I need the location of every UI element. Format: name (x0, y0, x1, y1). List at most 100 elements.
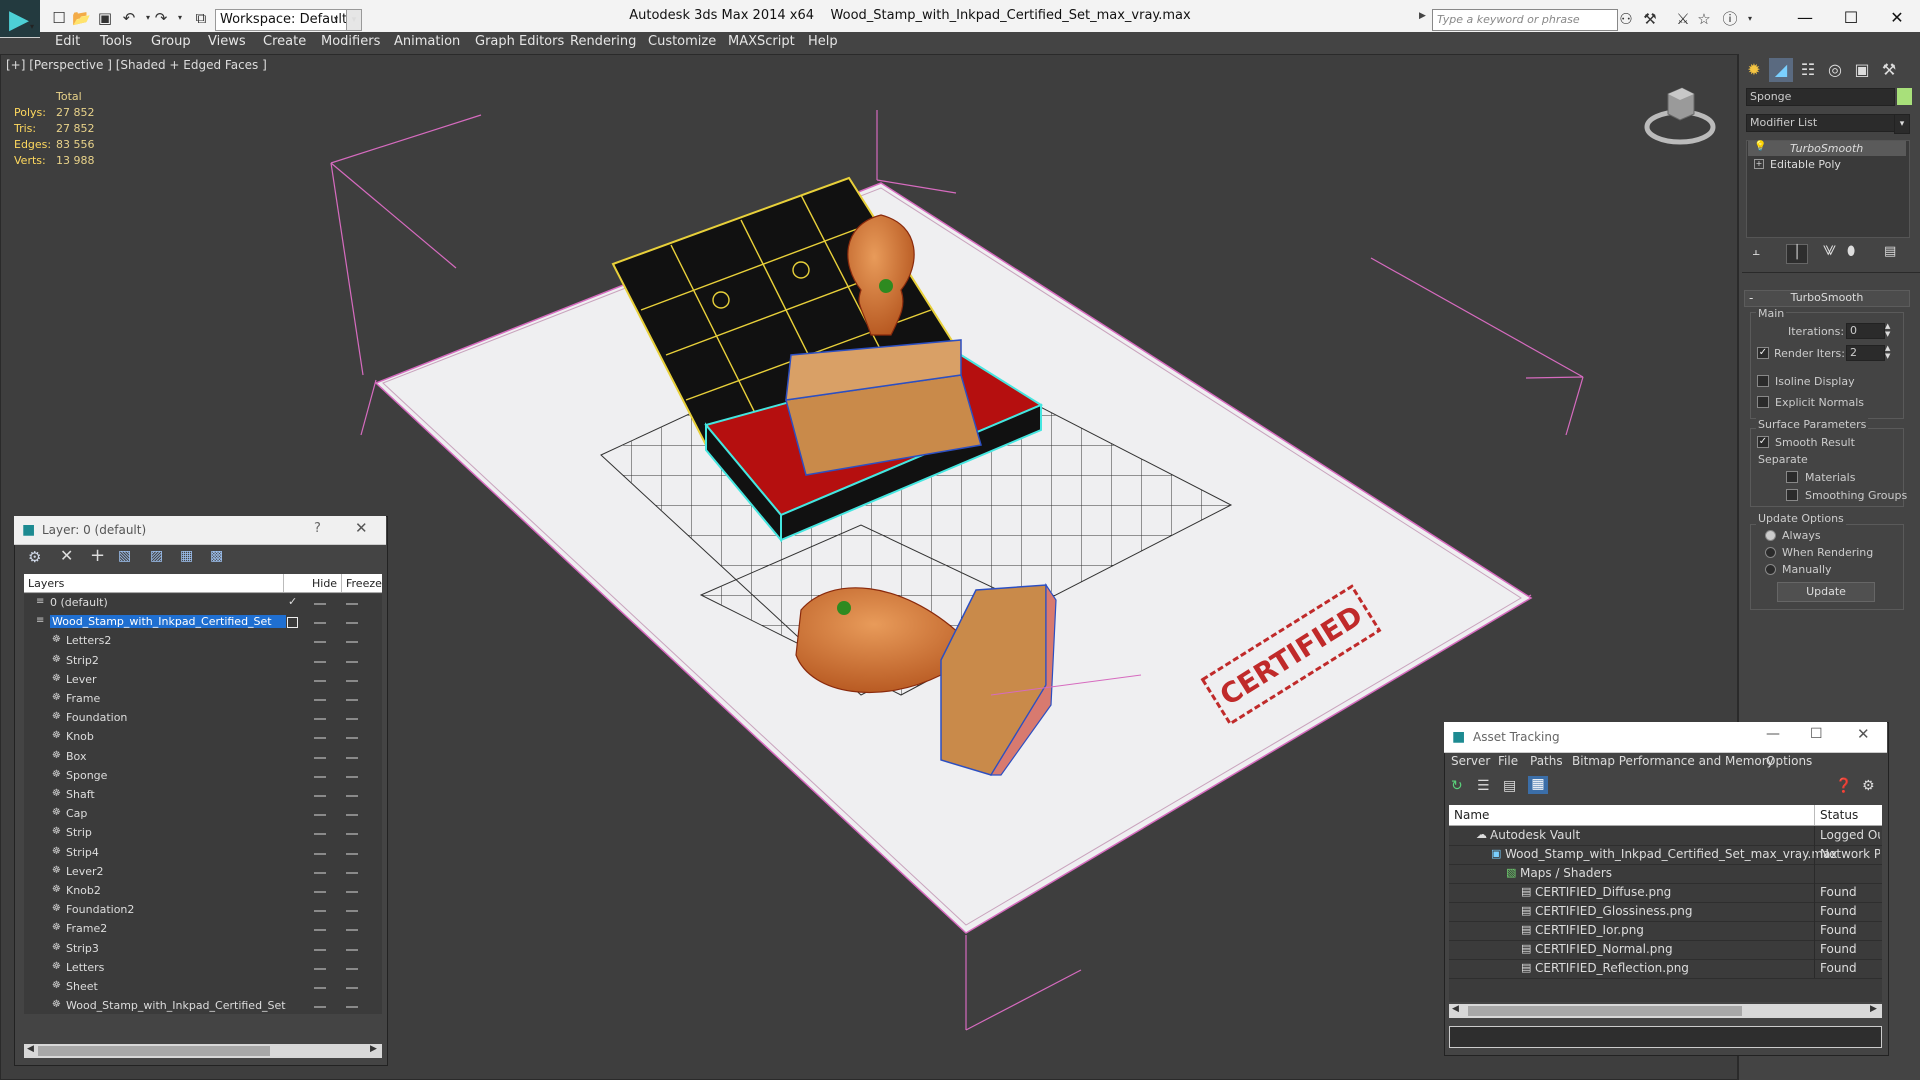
detail-view-icon[interactable]: ▤ (1503, 778, 1516, 794)
menu-rendering[interactable]: Rendering (570, 34, 636, 49)
freeze-toggle[interactable] (346, 948, 358, 951)
layer-row[interactable]: ☸ Strip4 (24, 844, 382, 863)
asset-row[interactable]: ▤ CERTIFIED_Normal.png Found (1449, 940, 1882, 960)
hide-toggle[interactable] (314, 699, 326, 701)
asset-settings-icon[interactable]: ⚙ (1862, 778, 1875, 794)
freeze-toggle[interactable] (346, 641, 358, 644)
explicit-normals-checkbox[interactable] (1757, 396, 1769, 408)
asset-menu-bitmap-performance[interactable]: Bitmap Performance and Memory (1572, 754, 1774, 768)
layers-column-header[interactable]: Layers (28, 577, 64, 590)
highlight-layer-icon[interactable]: ▦ (180, 548, 193, 564)
hide-toggle[interactable] (314, 987, 326, 989)
asset-row[interactable]: ▧ Maps / Shaders (1449, 864, 1882, 884)
hide-toggle[interactable] (314, 603, 326, 605)
freeze-column-header[interactable]: Freeze (346, 577, 382, 590)
hide-column-header[interactable]: Hide (312, 577, 337, 590)
layer-row[interactable]: ≡ 0 (default) ✓ (24, 594, 382, 613)
freeze-toggle[interactable] (346, 622, 358, 625)
hide-toggle[interactable] (314, 775, 326, 778)
layer-properties-icon[interactable]: ▩ (210, 548, 223, 564)
hide-toggle[interactable] (314, 641, 326, 644)
layer-row[interactable]: ☸ Lever (24, 671, 382, 690)
asset-menu-options[interactable]: Options (1766, 754, 1812, 768)
asset-window-close-button[interactable]: ✕ (1857, 725, 1870, 743)
update-always-radio[interactable] (1765, 530, 1776, 541)
layer-row[interactable]: ☸ Letters2 (24, 632, 382, 651)
app-menu-chevron-icon[interactable]: ▾ (30, 22, 34, 31)
menu-animation[interactable]: Animation (394, 34, 460, 49)
hide-toggle[interactable] (314, 891, 326, 893)
configure-modifier-sets-icon[interactable]: ▤ (1884, 244, 1896, 259)
freeze-toggle[interactable] (346, 699, 358, 701)
asset-window-minimize-button[interactable]: — (1766, 726, 1780, 742)
asset-window-maximize-button[interactable]: ☐ (1810, 726, 1823, 742)
expand-plus-icon[interactable]: + (1754, 159, 1764, 169)
help-dropdown-icon[interactable]: ▾ (1740, 9, 1760, 29)
layer-row[interactable]: ☸ Cap (24, 805, 382, 824)
hide-toggle[interactable] (314, 1006, 326, 1009)
hierarchy-tab-icon[interactable]: ☷ (1796, 58, 1820, 82)
make-current-layer-icon[interactable] (287, 617, 298, 629)
layer-row[interactable]: ☸ Strip3 (24, 940, 382, 959)
smooth-result-checkbox[interactable]: ✓ (1757, 436, 1769, 448)
redo-dropdown-icon[interactable]: ▾ (171, 9, 189, 27)
render-iters-spinner[interactable]: 2 (1846, 345, 1885, 361)
asset-table-hscroll-thumb[interactable] (1468, 1006, 1742, 1016)
help-icon[interactable]: ⓘ (1720, 9, 1740, 29)
stack-item-turbosmooth[interactable]: 💡 TurboSmooth (1748, 141, 1906, 156)
freeze-toggle[interactable] (346, 737, 358, 740)
asset-menu-paths[interactable]: Paths (1530, 754, 1563, 768)
layer-row[interactable]: ☸ Shaft (24, 786, 382, 805)
layer-row[interactable]: ☸ Frame2 (24, 920, 382, 939)
add-selection-to-layer-icon[interactable]: ▧ (118, 548, 131, 564)
close-button[interactable]: ✕ (1874, 5, 1920, 31)
menu-maxscript[interactable]: MAXScript (728, 34, 795, 49)
remove-modifier-icon[interactable]: ⬮ (1847, 244, 1855, 259)
layer-settings-icon[interactable]: ⚙ (28, 548, 41, 566)
menu-tools[interactable]: Tools (100, 34, 132, 49)
asset-row[interactable]: ▤ CERTIFIED_Ior.png Found (1449, 921, 1882, 941)
hide-toggle[interactable] (314, 833, 326, 836)
stack-item-editable-poly[interactable]: + Editable Poly (1748, 157, 1906, 172)
list-view-icon[interactable]: ☰ (1477, 778, 1490, 794)
modify-tab-icon[interactable]: ◢ (1769, 58, 1793, 82)
freeze-toggle[interactable] (346, 1006, 358, 1009)
hide-toggle[interactable] (314, 718, 326, 721)
show-end-result-icon[interactable]: │ (1786, 244, 1808, 264)
motion-tab-icon[interactable]: ◎ (1823, 58, 1847, 82)
layer-window-close-button[interactable]: ✕ (355, 519, 368, 537)
create-layer-icon[interactable]: + (90, 545, 105, 566)
modifier-list-dropdown[interactable]: Modifier List (1746, 114, 1899, 132)
isoline-display-checkbox[interactable] (1757, 375, 1769, 387)
freeze-toggle[interactable] (346, 967, 358, 970)
layer-row[interactable]: ☸ Wood_Stamp_with_Inkpad_Certified_Set (24, 997, 382, 1016)
asset-path-field[interactable] (1449, 1026, 1882, 1048)
layer-row[interactable]: ☸ Foundation2 (24, 901, 382, 920)
menu-edit[interactable]: Edit (55, 34, 80, 49)
open-file-icon[interactable]: 📂 (72, 9, 91, 27)
save-file-icon[interactable]: ▣ (96, 9, 114, 27)
maximize-button[interactable]: ☐ (1828, 5, 1874, 31)
display-tab-icon[interactable]: ▣ (1850, 58, 1874, 82)
select-objects-in-layer-icon[interactable]: ▨ (150, 548, 163, 564)
asset-help-icon[interactable]: ❓ (1835, 778, 1852, 794)
workspace-extra-dropdown[interactable]: ▾ (346, 9, 362, 31)
materials-checkbox[interactable] (1786, 471, 1798, 483)
minimize-button[interactable]: — (1782, 5, 1828, 31)
freeze-toggle[interactable] (346, 852, 358, 855)
turbosmooth-rollout-header[interactable]: - TurboSmooth (1744, 290, 1910, 307)
make-unique-icon[interactable]: ⨈ (1823, 244, 1836, 259)
freeze-toggle[interactable] (346, 833, 358, 836)
refresh-icon[interactable]: ↻ (1451, 778, 1463, 794)
viewport-label[interactable]: [+] [Perspective ] [Shaded + Edged Faces… (6, 58, 267, 72)
asset-menu-server[interactable]: Server (1451, 754, 1490, 768)
update-when-rendering-radio[interactable] (1765, 547, 1776, 558)
asset-menu-file[interactable]: File (1498, 754, 1518, 768)
object-name-field[interactable]: Sponge (1746, 88, 1895, 106)
hide-toggle[interactable] (314, 948, 326, 951)
layer-list-hscroll-thumb[interactable] (38, 1046, 270, 1056)
viewcube[interactable] (1640, 82, 1720, 152)
menu-customize[interactable]: Customize (648, 34, 716, 49)
freeze-toggle[interactable] (346, 660, 358, 663)
current-layer-check-icon[interactable]: ✓ (288, 595, 297, 608)
